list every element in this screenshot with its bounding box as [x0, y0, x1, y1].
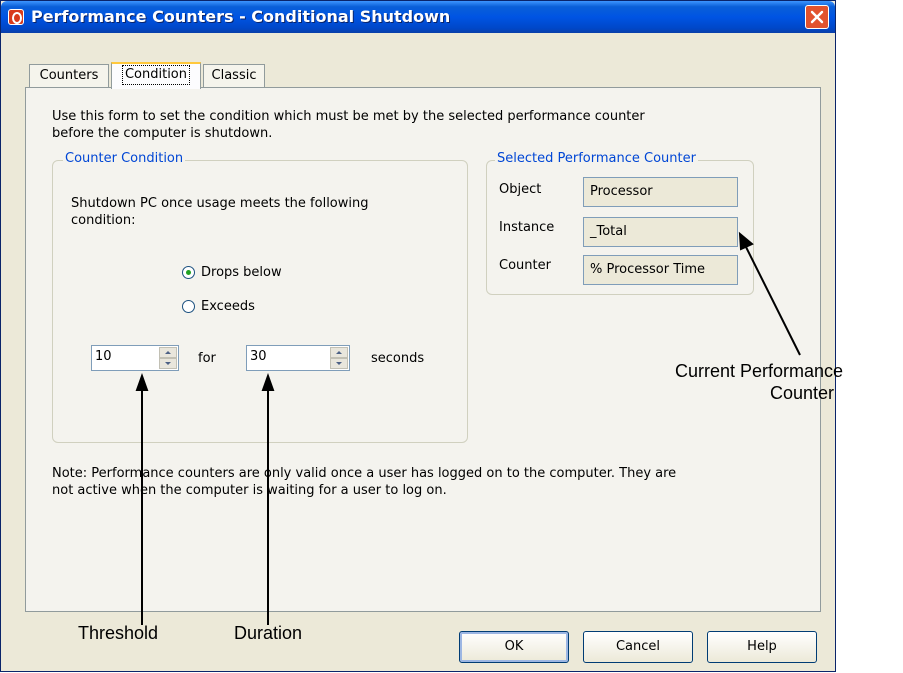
current-counter-arrow-line [743, 242, 801, 356]
tab-condition-label: Condition [121, 65, 191, 85]
annotation-threshold: Threshold [78, 623, 159, 643]
annotation-current-counter-line2: Counter [770, 383, 835, 403]
duration-arrow-head-icon [261, 373, 275, 391]
current-counter-arrow-head-icon [738, 231, 754, 251]
tab-condition[interactable]: Condition [111, 62, 201, 89]
annotation-arrows [135, 231, 801, 625]
threshold-arrow-head-icon [135, 373, 149, 391]
annotation-duration: Duration [234, 623, 303, 643]
annotation-current-counter-line1: Current Performance [675, 361, 844, 381]
